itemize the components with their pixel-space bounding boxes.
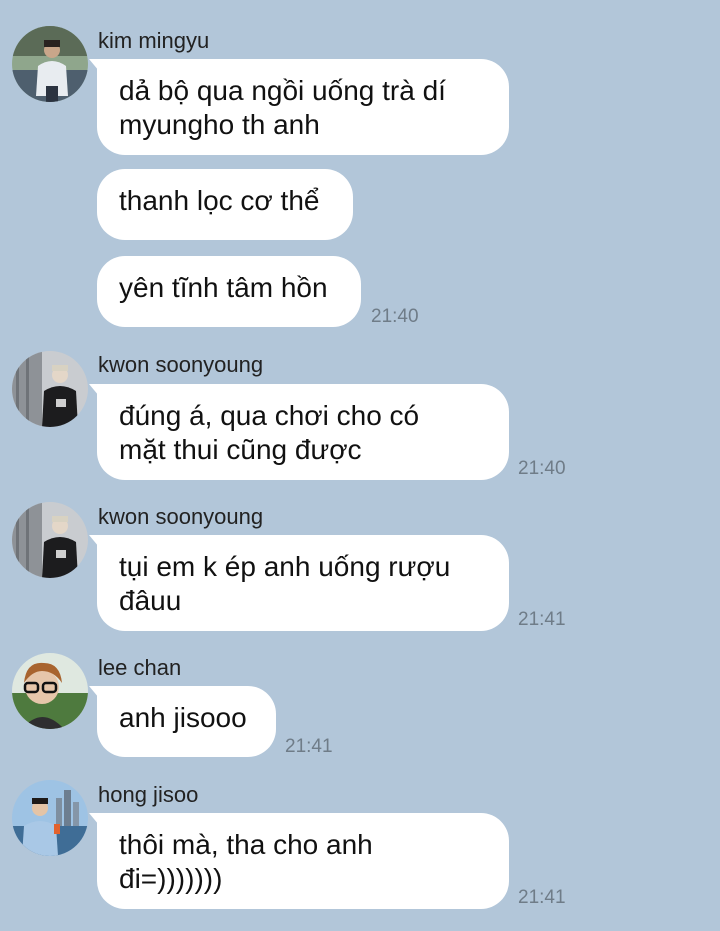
message-text: đúng á, qua chơi cho có mặt thui cũng đư… bbox=[119, 400, 420, 465]
avatar-kwon-soonyoung[interactable] bbox=[12, 502, 88, 578]
avatar-photo bbox=[12, 653, 88, 729]
chat-screen: { "messages": { "group1": { "sender": "k… bbox=[0, 0, 720, 931]
avatar-lee-chan[interactable] bbox=[12, 653, 88, 729]
avatar-photo bbox=[12, 351, 88, 427]
message-timestamp: 21:41 bbox=[285, 736, 333, 757]
message-text: dả bộ qua ngồi uống trà dí myungho th an… bbox=[119, 75, 446, 140]
message-text: thôi mà, tha cho anh đi=))))))) bbox=[119, 829, 373, 894]
message-timestamp: 21:41 bbox=[518, 609, 566, 630]
avatar-kwon-soonyoung[interactable] bbox=[12, 351, 88, 427]
message-text: thanh lọc cơ thể bbox=[119, 185, 320, 216]
message-timestamp: 21:40 bbox=[518, 458, 566, 479]
message-text: tụi em k ép anh uống rượu đâuu bbox=[119, 551, 451, 616]
message-text: anh jisooo bbox=[119, 702, 247, 733]
message-timestamp: 21:40 bbox=[371, 306, 419, 327]
message-bubble[interactable]: anh jisooo bbox=[89, 686, 276, 757]
avatar-photo bbox=[12, 502, 88, 578]
message-bubble[interactable]: yên tĩnh tâm hồn bbox=[97, 256, 361, 327]
avatar-kim-mingyu[interactable] bbox=[12, 26, 88, 102]
avatar-photo bbox=[12, 780, 88, 856]
sender-name: kim mingyu bbox=[98, 28, 210, 53]
message-text: yên tĩnh tâm hồn bbox=[119, 272, 328, 303]
message-bubble[interactable]: đúng á, qua chơi cho có mặt thui cũng đư… bbox=[89, 384, 509, 480]
message-bubble[interactable]: tụi em k ép anh uống rượu đâuu bbox=[89, 535, 509, 631]
message-bubble[interactable]: dả bộ qua ngồi uống trà dí myungho th an… bbox=[89, 59, 509, 155]
sender-name: kwon soonyoung bbox=[98, 504, 264, 529]
message-timestamp: 21:41 bbox=[518, 887, 566, 908]
avatar-hong-jisoo[interactable] bbox=[12, 780, 88, 856]
sender-name: kwon soonyoung bbox=[98, 352, 264, 377]
avatar-photo bbox=[12, 26, 88, 102]
message-bubble[interactable]: thanh lọc cơ thể bbox=[97, 169, 353, 240]
message-bubble[interactable]: thôi mà, tha cho anh đi=))))))) bbox=[89, 813, 509, 909]
sender-name: hong jisoo bbox=[98, 782, 199, 807]
sender-name: lee chan bbox=[98, 655, 182, 680]
